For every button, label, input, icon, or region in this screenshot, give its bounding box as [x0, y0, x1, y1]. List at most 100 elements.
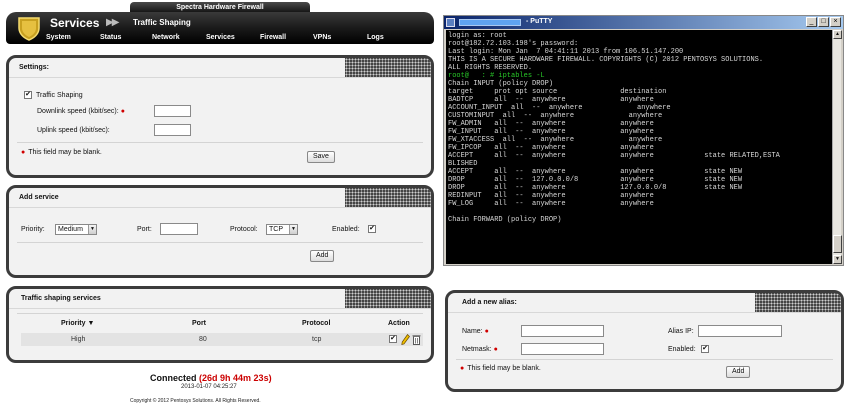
priority-value: Medium	[58, 226, 83, 233]
panel-decoration	[345, 188, 431, 207]
trash-icon[interactable]	[412, 334, 421, 345]
nav-network[interactable]: Network	[152, 34, 180, 41]
edit-pencil-icon[interactable]	[401, 334, 410, 345]
downlink-input[interactable]	[154, 105, 191, 117]
terminal-line: FW_INPUT all -- anywhere anywhere	[448, 128, 654, 136]
required-dot-icon: ●	[120, 108, 125, 115]
protocol-label: Protocol:	[230, 226, 258, 233]
enabled-label: Enabled:	[332, 226, 360, 233]
traffic-shaping-label: Traffic Shaping	[36, 92, 83, 99]
required-dot-icon: ●	[484, 328, 489, 335]
add-service-button[interactable]: Add	[310, 250, 335, 262]
terminal-scrollbar[interactable]: ▲ ▼	[832, 30, 842, 264]
alias-ip-input[interactable]	[698, 325, 782, 337]
add-alias-button[interactable]: Add	[726, 366, 751, 378]
putty-app-icon	[446, 18, 455, 27]
add-alias-panel: Add a new alias: Name: ● Alias IP: Netmas…	[445, 290, 844, 392]
services-table-panel: Traffic shaping services Priority ▼ Port…	[6, 286, 434, 363]
terminal-line: login as: root	[448, 32, 507, 40]
terminal-line: Chain INPUT (policy DROP)	[448, 80, 554, 88]
services-table-header: Traffic shaping services	[9, 289, 431, 309]
web-interface: Spectra Hardware Firewall Services ▶▶ Tr…	[0, 0, 440, 419]
required-dot-icon: ●	[21, 149, 26, 156]
nav-vpns[interactable]: VPNs	[313, 34, 331, 41]
add-service-header: Add service	[9, 188, 431, 208]
scroll-thumb[interactable]	[833, 235, 842, 253]
panel-decoration	[345, 289, 431, 308]
toggle-checkbox-icon[interactable]: ✔	[389, 335, 397, 343]
terminal-line: CUSTOMINPUT all -- anywhere anywhere	[448, 112, 663, 120]
save-button[interactable]: Save	[307, 151, 335, 163]
downlink-label: Downlink speed (kbit/sec): ●	[37, 108, 125, 115]
status-date: 2013-01-07 04:25:27	[181, 384, 237, 390]
terminal-line: REDINPUT all -- anywhere anywhere	[448, 192, 654, 200]
nav-status[interactable]: Status	[100, 34, 121, 41]
add-alias-title: Add a new alias:	[462, 299, 517, 306]
column-action: Action	[388, 320, 410, 327]
alias-enabled-checkbox[interactable]: ✔	[701, 345, 709, 353]
redacted-host-label	[459, 19, 521, 26]
panel-decoration	[345, 58, 431, 77]
close-icon[interactable]: ×	[830, 17, 841, 27]
netmask-label: Netmask: ●	[462, 346, 498, 353]
maximize-icon[interactable]: □	[818, 17, 829, 27]
table-row: High 80 tcp ✔	[21, 333, 423, 346]
terminal-prompt-line: root@ : # iptables -L	[448, 72, 545, 80]
divider	[456, 359, 833, 360]
row-priority: High	[71, 336, 86, 343]
port-input[interactable]	[160, 223, 198, 235]
terminal-line: ACCEPT all -- anywhere anywhere state RE…	[448, 152, 780, 160]
terminal-line: BLISHED	[448, 160, 478, 168]
priority-select[interactable]: Medium ▼	[55, 224, 97, 235]
terminal-line: FW_LOG all -- anywhere anywhere	[448, 200, 654, 208]
nav-system[interactable]: System	[46, 34, 71, 41]
enabled-checkbox[interactable]: ✔	[368, 225, 376, 233]
copyright: Copyright © 2012 Pentosys Solutions. All…	[130, 398, 261, 404]
column-protocol: Protocol	[302, 320, 331, 327]
chevron-down-icon: ▼	[88, 225, 96, 234]
header-bar: Services ▶▶ Traffic Shaping System Statu…	[6, 12, 434, 44]
terminal-line: DROP all -- anywhere 127.0.0.0/8 state N…	[448, 184, 743, 192]
uplink-label: Uplink speed (kbit/sec):	[37, 127, 110, 134]
scroll-up-icon[interactable]: ▲	[833, 30, 842, 39]
terminal-line: Chain FORWARD (policy DROP)	[448, 216, 562, 224]
nav-logs[interactable]: Logs	[367, 34, 384, 41]
settings-panel-header: Settings:	[9, 58, 431, 78]
page-title: Traffic Shaping	[133, 18, 191, 27]
connected-label: Connected	[150, 373, 197, 383]
terminal-line: Last login: Mon Jan 7 04:41:11 2013 from…	[448, 48, 684, 56]
terminal-line: root@182.72.103.198's password:	[448, 40, 579, 48]
connection-status: Connected (26d 9h 44m 23s)	[150, 373, 272, 383]
nav-services[interactable]: Services	[206, 34, 235, 41]
nav-firewall[interactable]: Firewall	[260, 34, 286, 41]
column-priority[interactable]: Priority ▼	[61, 320, 94, 327]
required-dot-icon: ●	[460, 365, 465, 372]
required-dot-icon: ●	[493, 346, 498, 353]
terminal-line: DROP all -- 127.0.0.0/8 anywhere state N…	[448, 176, 743, 184]
terminal-line: FW_IPCOP all -- anywhere anywhere	[448, 144, 654, 152]
terminal-output[interactable]: login as: root root@182.72.103.198's pas…	[446, 30, 832, 264]
putty-titlebar[interactable]: - PuTTY _ □ ×	[444, 16, 843, 29]
traffic-shaping-checkbox[interactable]: ✔	[24, 91, 32, 99]
scroll-down-icon[interactable]: ▼	[833, 255, 842, 264]
netmask-input[interactable]	[521, 343, 604, 355]
terminal-line: target prot opt source destination	[448, 88, 667, 96]
divider	[17, 242, 423, 243]
protocol-value: TCP	[269, 226, 283, 233]
sort-down-icon: ▼	[87, 320, 95, 327]
minimize-icon[interactable]: _	[806, 17, 817, 27]
putty-title: - PuTTY	[526, 18, 553, 25]
alias-name-input[interactable]	[521, 325, 604, 337]
uplink-input[interactable]	[154, 124, 191, 136]
uptime-value: (26d 9h 44m 23s)	[199, 373, 272, 383]
add-alias-header: Add a new alias:	[448, 293, 841, 313]
row-protocol: tcp	[312, 336, 322, 343]
terminal-line: FW_XTACCESS all -- anywhere anywhere	[448, 136, 663, 144]
blank-note: ● This field may be blank.	[21, 149, 102, 156]
settings-title: Settings:	[19, 64, 49, 71]
protocol-select[interactable]: TCP ▼	[266, 224, 298, 235]
chevron-down-icon: ▼	[289, 225, 297, 234]
column-port: Port	[192, 320, 206, 327]
putty-window: - PuTTY _ □ × login as: root root@182.72…	[443, 15, 844, 266]
priority-label: Priority:	[21, 226, 45, 233]
